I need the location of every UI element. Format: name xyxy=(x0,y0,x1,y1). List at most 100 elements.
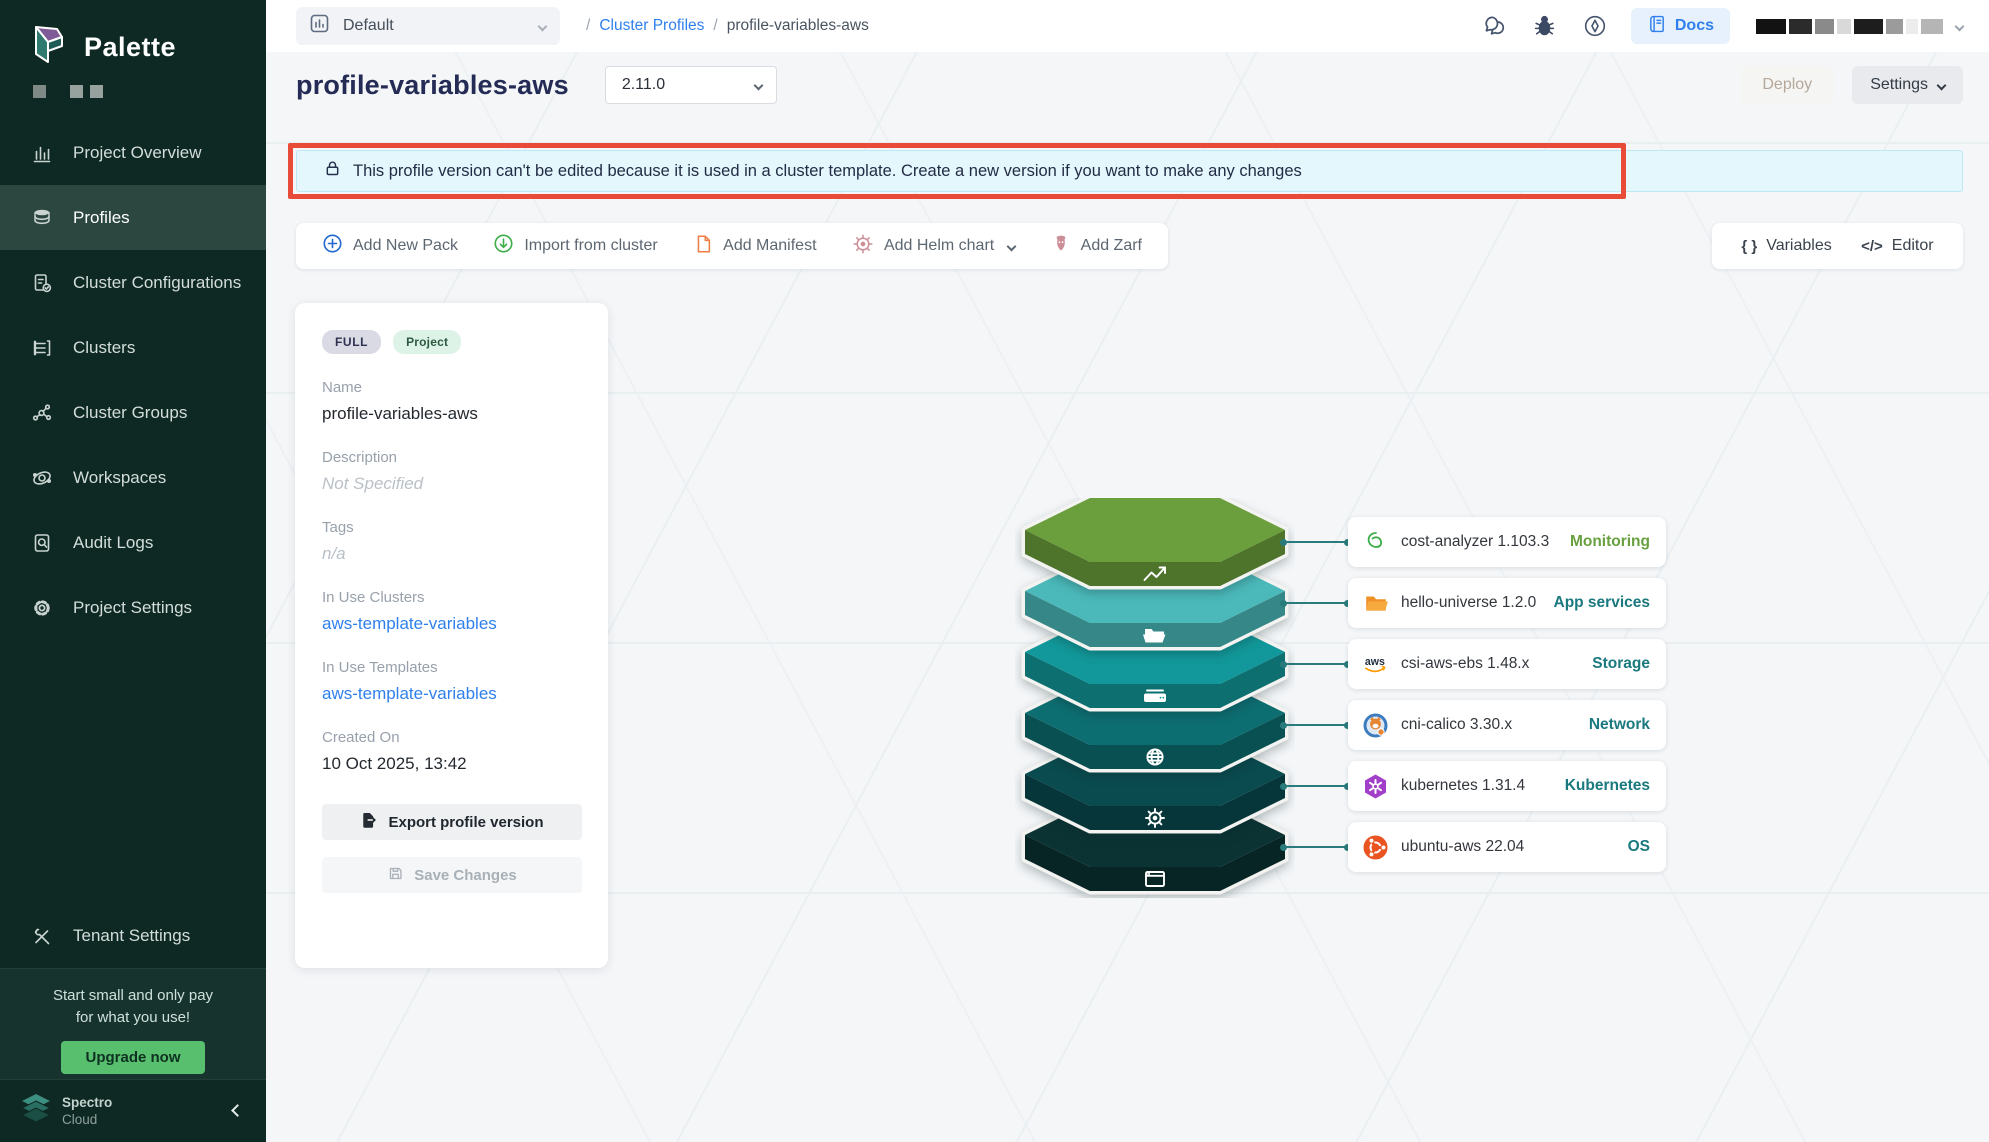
connector-line xyxy=(1283,785,1348,787)
version-select[interactable]: 2.11.0 xyxy=(605,66,777,104)
stack-layer-monitoring[interactable] xyxy=(1025,498,1285,586)
chat-icon[interactable] xyxy=(1481,12,1509,40)
view-toggle-card: { } Variables </> Editor xyxy=(1712,223,1963,269)
page-title: profile-variables-aws xyxy=(296,70,569,101)
pack-card-csi-aws-ebs[interactable]: aws csi-aws-ebs 1.48.x Storage xyxy=(1348,639,1666,689)
manifest-file-icon xyxy=(693,234,713,259)
upgrade-message: Start small and only pay for what you us… xyxy=(0,985,266,1029)
readonly-banner: This profile version can't be edited bec… xyxy=(296,150,1963,192)
server-list-icon xyxy=(30,336,54,360)
import-from-cluster-button[interactable]: Import from cluster xyxy=(493,233,657,259)
chevron-down-icon xyxy=(538,21,548,31)
sidebar-footer: Spectro Cloud xyxy=(0,1080,266,1142)
sidebar-item-audit-logs[interactable]: Audit Logs xyxy=(0,510,266,575)
aws-icon: aws xyxy=(1362,651,1389,678)
sidebar: Palette Project Overview Profiles Clus xyxy=(0,0,266,1142)
orbit-icon xyxy=(30,466,54,490)
pack-card-ubuntu-aws[interactable]: ubuntu-aws 22.04 OS xyxy=(1348,822,1666,872)
compass-icon[interactable] xyxy=(1581,12,1609,40)
badge-project: Project xyxy=(393,330,461,354)
document-check-icon xyxy=(30,271,54,295)
profile-badges: FULL Project xyxy=(322,330,582,354)
sidebar-item-profiles[interactable]: Profiles xyxy=(0,185,266,250)
chevron-down-icon xyxy=(753,80,763,90)
helm-wheel-icon xyxy=(852,233,874,260)
field-tags: Tags n/a xyxy=(322,519,582,564)
field-in-use-templates: In Use Templates aws-template-variables xyxy=(322,659,582,704)
badge-full: FULL xyxy=(322,330,381,354)
chevron-down-icon xyxy=(1955,21,1965,31)
docs-button[interactable]: Docs xyxy=(1631,8,1730,44)
palette-logo-icon xyxy=(28,22,70,73)
project-chart-icon xyxy=(308,12,331,40)
chevron-down-icon xyxy=(1937,80,1947,90)
breadcrumb-current: profile-variables-aws xyxy=(727,17,869,35)
add-zarf-button[interactable]: Add Zarf xyxy=(1051,234,1142,259)
add-new-pack-button[interactable]: Add New Pack xyxy=(322,233,458,259)
sidebar-item-tenant-settings[interactable]: Tenant Settings xyxy=(0,903,266,968)
doc-magnifier-icon xyxy=(30,531,54,555)
tools-icon xyxy=(30,924,54,948)
pack-card-kubernetes[interactable]: kubernetes 1.31.4 Kubernetes xyxy=(1348,761,1666,811)
project-selector[interactable]: Default xyxy=(296,7,560,45)
save-changes-button[interactable]: Save Changes xyxy=(322,857,582,893)
settings-button[interactable]: Settings xyxy=(1852,66,1963,104)
chevron-down-icon xyxy=(1007,241,1017,251)
sidebar-item-project-settings[interactable]: Project Settings xyxy=(0,575,266,640)
user-account-menu[interactable] xyxy=(1756,19,1963,34)
variables-button[interactable]: { } Variables xyxy=(1741,237,1831,255)
gear-icon xyxy=(30,596,54,620)
pack-card-cni-calico[interactable]: cni-calico 3.30.x Network xyxy=(1348,700,1666,750)
brand-name: Palette xyxy=(84,32,176,63)
sidebar-nav: Project Overview Profiles Cluster Config… xyxy=(0,120,266,640)
connector-line xyxy=(1283,724,1348,726)
export-profile-version-button[interactable]: Export profile version xyxy=(322,804,582,840)
connector-line xyxy=(1283,541,1348,543)
field-name: Name profile-variables-aws xyxy=(322,379,582,424)
bug-report-icon[interactable] xyxy=(1531,12,1559,40)
upgrade-now-button[interactable]: Upgrade now xyxy=(61,1041,204,1074)
sidebar-item-clusters[interactable]: Clusters xyxy=(0,315,266,380)
lock-icon xyxy=(323,159,342,183)
braces-icon: { } xyxy=(1741,238,1757,255)
connector-line xyxy=(1283,602,1348,604)
spectro-cloud-brand: Spectro Cloud xyxy=(62,1094,112,1128)
in-use-cluster-link[interactable]: aws-template-variables xyxy=(322,614,582,634)
editor-button[interactable]: </> Editor xyxy=(1861,237,1933,255)
plus-circle-icon xyxy=(322,233,343,259)
book-icon xyxy=(1647,14,1667,39)
connector-line xyxy=(1283,846,1348,848)
pack-card-cost-analyzer[interactable]: cost-analyzer 1.103.3 Monitoring xyxy=(1348,517,1666,567)
sidebar-item-project-overview[interactable]: Project Overview xyxy=(0,120,266,185)
kubecost-icon xyxy=(1362,529,1389,556)
in-use-template-link[interactable]: aws-template-variables xyxy=(322,684,582,704)
export-icon xyxy=(360,811,378,833)
field-in-use-clusters: In Use Clusters aws-template-variables xyxy=(322,589,582,634)
import-arrow-icon xyxy=(493,233,514,259)
sidebar-item-workspaces[interactable]: Workspaces xyxy=(0,445,266,510)
connector-line xyxy=(1283,663,1348,665)
title-bar: profile-variables-aws 2.11.0 Deploy Sett… xyxy=(266,52,1989,118)
redacted-tenant-label xyxy=(33,85,103,98)
pack-card-hello-universe[interactable]: hello-universe 1.2.0 App services xyxy=(1348,578,1666,628)
banner-text: This profile version can't be edited bec… xyxy=(353,162,1302,181)
spectro-cloud-logo-icon xyxy=(20,1094,52,1129)
top-icons: Docs xyxy=(1481,8,1963,44)
sidebar-item-cluster-configurations[interactable]: Cluster Configurations xyxy=(0,250,266,315)
bar-chart-icon xyxy=(30,141,54,165)
ubuntu-icon xyxy=(1362,834,1389,861)
profile-stack-area: cost-analyzer 1.103.3 Monitoring hello-u… xyxy=(1000,498,1690,918)
zarf-icon xyxy=(1051,234,1071,259)
upgrade-panel: Start small and only pay for what you us… xyxy=(0,968,266,1080)
add-helm-chart-button[interactable]: Add Helm chart xyxy=(852,233,1015,260)
field-created-on: Created On 10 Oct 2025, 13:42 xyxy=(322,729,582,774)
deploy-button[interactable]: Deploy xyxy=(1740,66,1834,104)
collapse-sidebar-button[interactable] xyxy=(233,1102,242,1120)
add-manifest-button[interactable]: Add Manifest xyxy=(693,234,816,259)
layers-stack-icon xyxy=(30,206,54,230)
breadcrumb: / Cluster Profiles / profile-variables-a… xyxy=(586,17,869,35)
breadcrumb-link-cluster-profiles[interactable]: Cluster Profiles xyxy=(599,17,704,35)
palette-console: Palette Project Overview Profiles Clus xyxy=(0,0,1989,1142)
main-area: Default / Cluster Profiles / profile-var… xyxy=(266,0,1989,1142)
sidebar-item-cluster-groups[interactable]: Cluster Groups xyxy=(0,380,266,445)
